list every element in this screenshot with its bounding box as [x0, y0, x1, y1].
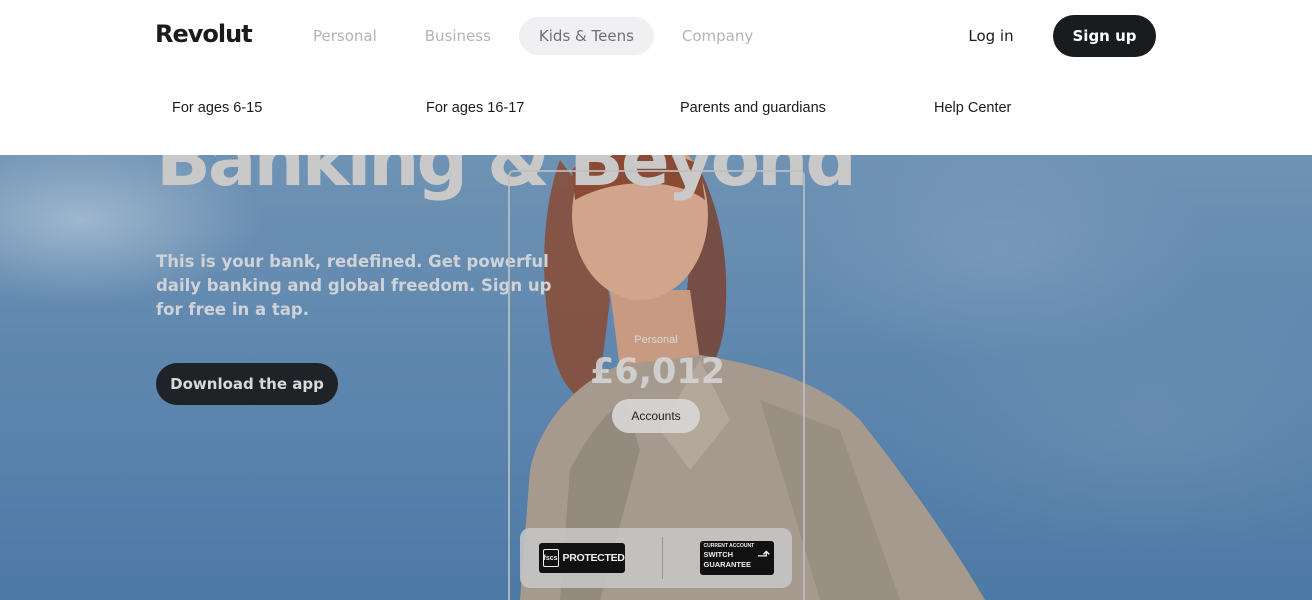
main-nav: Personal Business Kids & Teens Company — [293, 17, 781, 55]
subnav-ages-6-15[interactable]: For ages 6-15 — [172, 100, 262, 116]
trust-badges: fscs PROTECTED CURRENT ACCOUNT SWITCH GU… — [520, 528, 792, 588]
signup-button[interactable]: Sign up — [1053, 15, 1156, 57]
fscs-badge-label: PROTECTED — [562, 552, 625, 564]
nav-business[interactable]: Business — [405, 17, 511, 55]
nav-personal[interactable]: Personal — [293, 17, 397, 55]
sub-nav: For ages 6-15 For ages 16-17 Parents and… — [0, 100, 1312, 120]
fscs-icon: fscs — [542, 549, 559, 567]
arrow-up-icon: ⬏ — [757, 548, 771, 565]
login-link[interactable]: Log in — [960, 17, 1022, 55]
account-type-label: Personal — [634, 334, 678, 346]
site-header: Revolut Personal Business Kids & Teens C… — [0, 0, 1312, 155]
hero-description: This is your bank, redefined. Get powerf… — [156, 252, 552, 319]
subnav-help-center[interactable]: Help Center — [934, 100, 1011, 116]
switch-guarantee-badge: CURRENT ACCOUNT SWITCH GUARANTEE ⬏ — [699, 541, 774, 575]
download-app-button[interactable]: Download the app — [156, 363, 338, 405]
nav-kids-teens[interactable]: Kids & Teens — [518, 17, 654, 55]
revolut-logo[interactable]: Revolut — [155, 20, 253, 48]
subnav-ages-16-17[interactable]: For ages 16-17 — [426, 100, 524, 116]
badge-divider — [661, 537, 663, 579]
balance-amount: £6,012 — [590, 352, 726, 392]
accounts-button[interactable]: Accounts — [612, 399, 700, 433]
subnav-parents-guardians[interactable]: Parents and guardians — [680, 100, 826, 116]
fscs-protected-badge: fscs PROTECTED — [538, 543, 625, 573]
nav-company[interactable]: Company — [662, 17, 773, 55]
